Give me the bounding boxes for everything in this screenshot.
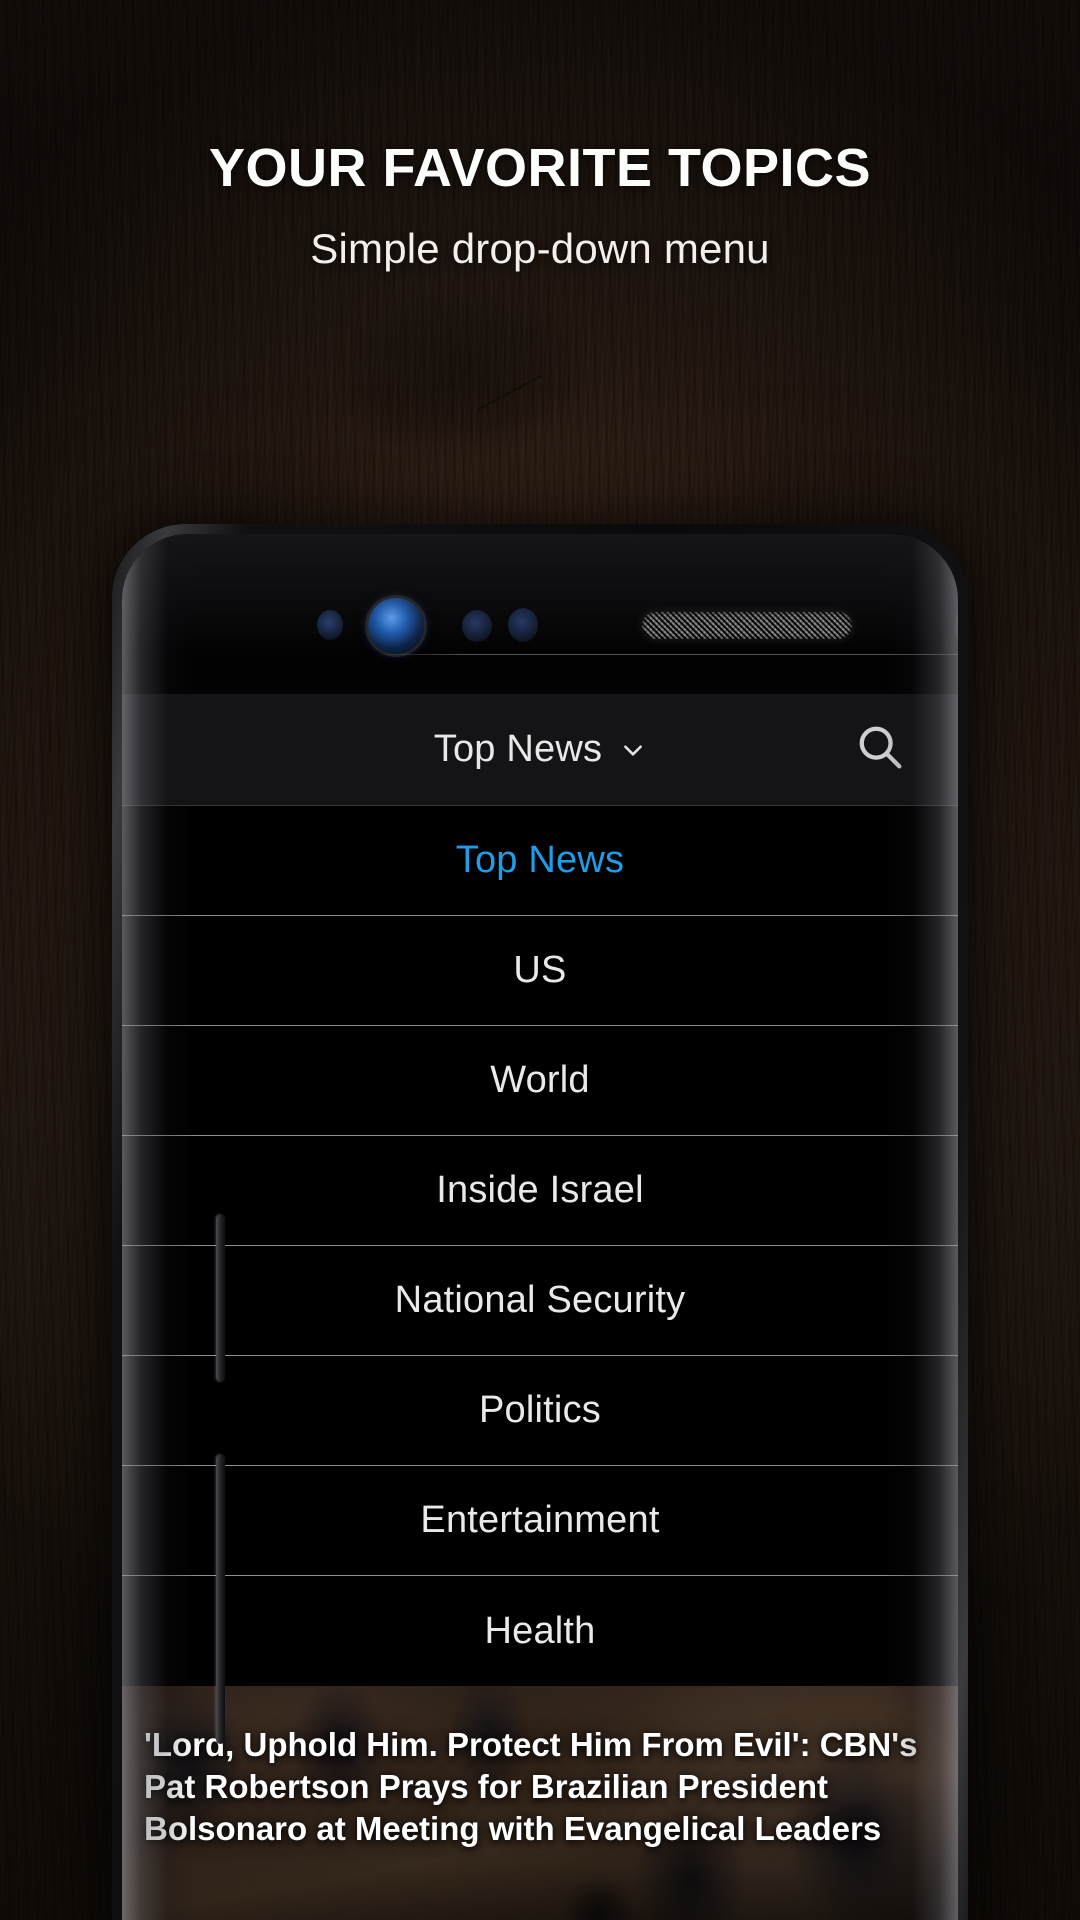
menu-item-us[interactable]: US bbox=[122, 916, 958, 1026]
menu-item-health[interactable]: Health bbox=[122, 1576, 958, 1686]
menu-item-entertainment[interactable]: Entertainment bbox=[122, 1466, 958, 1576]
phone-screen-bezel: Top News Top News US World Inside Israel… bbox=[122, 534, 958, 1920]
phone-sensor-array bbox=[122, 592, 958, 658]
category-selector-label[interactable]: Top News bbox=[434, 728, 602, 771]
bixby-button[interactable] bbox=[216, 1454, 225, 1744]
promo-text-block: YOUR FAVORITE TOPICS Simple drop-down me… bbox=[0, 140, 1080, 273]
iris-scanner-icon bbox=[368, 598, 424, 654]
app-bar: Top News bbox=[122, 694, 958, 806]
menu-item-inside-israel[interactable]: Inside Israel bbox=[122, 1136, 958, 1246]
bezel-highlight-line bbox=[374, 654, 958, 655]
app-screen: Top News Top News US World Inside Israel… bbox=[122, 694, 958, 1920]
featured-article-card[interactable]: 'Lord, Uphold Him. Protect Him From Evil… bbox=[122, 1686, 958, 1920]
chevron-down-icon[interactable] bbox=[620, 737, 646, 763]
menu-item-top-news[interactable]: Top News bbox=[122, 806, 958, 916]
proximity-sensor-icon bbox=[317, 610, 343, 640]
menu-item-world[interactable]: World bbox=[122, 1026, 958, 1136]
phone-device-mockup: Top News Top News US World Inside Israel… bbox=[112, 524, 968, 1920]
search-icon bbox=[853, 720, 907, 779]
search-button[interactable] bbox=[848, 718, 912, 782]
ir-sensor-icon bbox=[508, 608, 538, 642]
featured-article-headline: 'Lord, Uphold Him. Protect Him From Evil… bbox=[144, 1726, 918, 1847]
ambient-light-sensor-icon bbox=[462, 610, 492, 642]
category-dropdown-menu: Top News US World Inside Israel National… bbox=[122, 806, 958, 1686]
promo-subtitle: Simple drop-down menu bbox=[310, 224, 770, 272]
volume-button[interactable] bbox=[216, 1214, 225, 1382]
menu-item-politics[interactable]: Politics bbox=[122, 1356, 958, 1466]
earpiece-speaker-icon bbox=[642, 612, 852, 639]
app-bar-title-group: Top News bbox=[122, 694, 958, 805]
menu-item-national-security[interactable]: National Security bbox=[122, 1246, 958, 1356]
promo-title: YOUR FAVORITE TOPICS bbox=[208, 138, 872, 198]
